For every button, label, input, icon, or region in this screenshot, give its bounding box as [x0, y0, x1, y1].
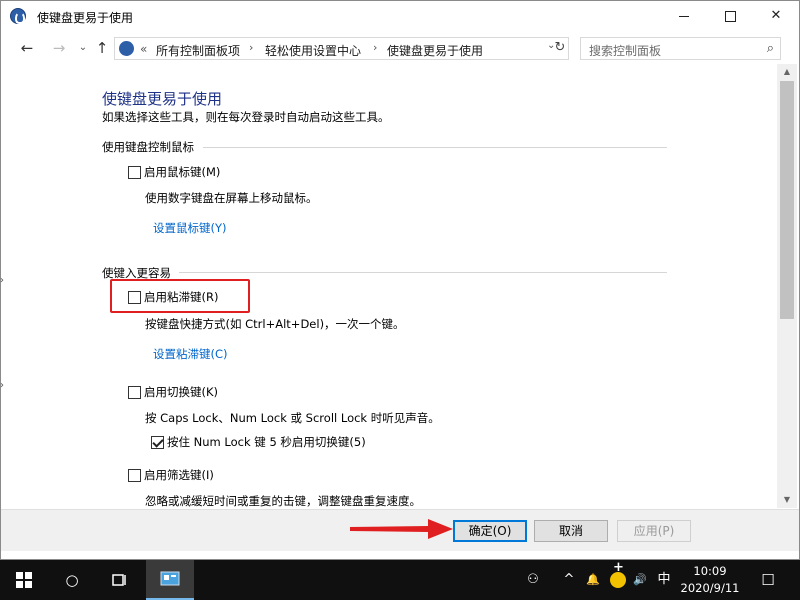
forward-button[interactable]: →	[48, 37, 70, 59]
annotation-arrow-icon	[350, 519, 453, 539]
control-panel-icon	[119, 41, 134, 56]
breadcrumb-item-current[interactable]: 使键盘更易于使用	[387, 42, 483, 59]
checkbox-checked[interactable]	[151, 435, 164, 449]
tray-chevron-up-icon[interactable]: ^	[560, 560, 578, 600]
notification-bell-icon[interactable]: 🔔	[583, 560, 603, 600]
window-title: 使键盘更易于使用	[37, 11, 134, 25]
toggle-keys-description: 按 Caps Lock、Num Lock 或 Scroll Lock 时听见声音…	[145, 411, 440, 425]
breadcrumb-overflow[interactable]: «	[140, 42, 147, 56]
section-divider	[179, 272, 667, 273]
start-button[interactable]	[0, 560, 48, 600]
mouse-keys-label[interactable]: 启用鼠标键(M)	[144, 164, 220, 180]
refresh-icon: ↻	[554, 40, 566, 55]
filter-keys-label[interactable]: 启用筛选键(I)	[144, 467, 214, 483]
minimize-button[interactable]	[661, 1, 707, 31]
filter-keys-checkbox[interactable]: 启用筛选键(I)	[128, 467, 214, 483]
edge-chevron-icon: ›	[0, 380, 4, 391]
task-view-button[interactable]	[96, 560, 144, 600]
checkbox-box[interactable]	[128, 165, 141, 179]
breadcrumb-item-all-items[interactable]: 所有控制面板项	[156, 42, 240, 59]
action-center-icon[interactable]: ☐	[757, 560, 779, 600]
filter-keys-description: 忽略或减缓短时间或重复的击键，调整键盘重复速度。	[145, 494, 421, 508]
taskbar-clock[interactable]: 10:09 2020/9/11	[672, 563, 748, 597]
content-pane: 使键盘更易于使用 如果选择这些工具，则在每次登录时自动启动这些工具。 使用键盘控…	[2, 64, 777, 508]
taskbar: ○ ⚇ ^ 🔔 🔊 中 10:09 2020/9/11 ☐	[0, 560, 800, 600]
ease-of-access-icon	[10, 8, 26, 24]
maximize-button[interactable]	[707, 1, 753, 31]
close-icon: ✕	[770, 8, 782, 23]
cancel-button[interactable]: 取消	[534, 520, 608, 542]
section-divider	[203, 147, 667, 148]
checkbox-box[interactable]	[128, 468, 141, 482]
up-arrow-icon: ↑	[95, 39, 109, 57]
toggle-keys-hold-checkbox[interactable]: 按住 Num Lock 键 5 秒启用切换键(5)	[151, 434, 366, 450]
sticky-keys-description: 按键盘快捷方式(如 Ctrl+Alt+Del)，一次一个键。	[145, 317, 405, 331]
breadcrumb-separator-icon[interactable]: ›	[249, 41, 253, 54]
title-bar[interactable]: 使键盘更易于使用 ✕	[1, 1, 799, 32]
ime-indicator[interactable]: 中	[654, 560, 674, 600]
apply-button[interactable]: 应用(P)	[617, 520, 691, 542]
mouse-keys-checkbox[interactable]: 启用鼠标键(M)	[128, 164, 220, 180]
search-input[interactable]: 搜索控制面板 ⌕	[580, 37, 781, 60]
edge-chevron-icon: ›	[0, 275, 4, 286]
page-title: 使键盘更易于使用	[102, 90, 223, 108]
windows-logo-icon	[16, 572, 32, 588]
close-button[interactable]: ✕	[753, 1, 799, 31]
forward-arrow-icon: →	[52, 39, 66, 57]
search-icon[interactable]: ⌕	[767, 41, 774, 56]
search-placeholder: 搜索控制面板	[589, 44, 662, 58]
clock-date: 2020/9/11	[680, 581, 740, 595]
security-shield-icon[interactable]	[610, 560, 626, 588]
setup-mouse-keys-link[interactable]: 设置鼠标键(Y)	[153, 220, 227, 236]
breadcrumb-item-ease-center[interactable]: 轻松使用设置中心	[265, 42, 361, 59]
cortana-circle-icon: ○	[65, 571, 79, 589]
address-bar[interactable]: « 所有控制面板项 › 轻松使用设置中心 › 使键盘更易于使用 ⌄	[114, 37, 569, 60]
scroll-down-icon[interactable]: ▼	[777, 492, 797, 508]
vertical-scrollbar[interactable]: ▲ ▼	[777, 64, 797, 508]
annotation-highlight-box	[110, 279, 250, 313]
people-icon[interactable]: ⚇	[522, 560, 544, 600]
up-button[interactable]: ↑	[91, 37, 113, 59]
page-subtitle: 如果选择这些工具，则在每次登录时自动启动这些工具。	[102, 110, 390, 124]
toggle-keys-checkbox[interactable]: 启用切换键(K)	[128, 384, 218, 400]
back-button[interactable]: ←	[16, 37, 38, 59]
control-panel-icon	[160, 571, 180, 586]
toggle-keys-hold-label[interactable]: 按住 Num Lock 键 5 秒启用切换键(5)	[167, 434, 366, 450]
toggle-keys-label[interactable]: 启用切换键(K)	[144, 384, 218, 400]
scrollbar-thumb[interactable]	[780, 81, 794, 319]
checkbox-box[interactable]	[128, 385, 141, 399]
clock-time: 10:09	[693, 564, 727, 578]
main-window: 使键盘更易于使用 ✕ ← → ⌄ ↑ « 所有控制面板项 › 轻松使用设置中心 …	[0, 0, 800, 560]
section-heading-mouse: 使用键盘控制鼠标	[102, 140, 194, 154]
refresh-button[interactable]: ↻	[551, 37, 569, 60]
navigation-bar: ← → ⌄ ↑ « 所有控制面板项 › 轻松使用设置中心 › 使键盘更易于使用 …	[1, 33, 799, 63]
volume-icon[interactable]: 🔊	[630, 560, 650, 600]
taskbar-app-control-panel[interactable]	[146, 560, 194, 600]
task-view-icon	[112, 574, 126, 586]
scroll-up-icon[interactable]: ▲	[777, 64, 797, 80]
setup-sticky-keys-link[interactable]: 设置粘滞键(C)	[153, 346, 228, 362]
ok-button[interactable]: 确定(O)	[453, 520, 527, 542]
search-cortana-button[interactable]: ○	[48, 560, 96, 600]
chevron-down-icon: ⌄	[78, 42, 88, 53]
mouse-keys-description: 使用数字键盘在屏幕上移动鼠标。	[145, 191, 318, 205]
breadcrumb-separator-icon[interactable]: ›	[373, 41, 377, 54]
back-arrow-icon: ←	[20, 39, 34, 57]
